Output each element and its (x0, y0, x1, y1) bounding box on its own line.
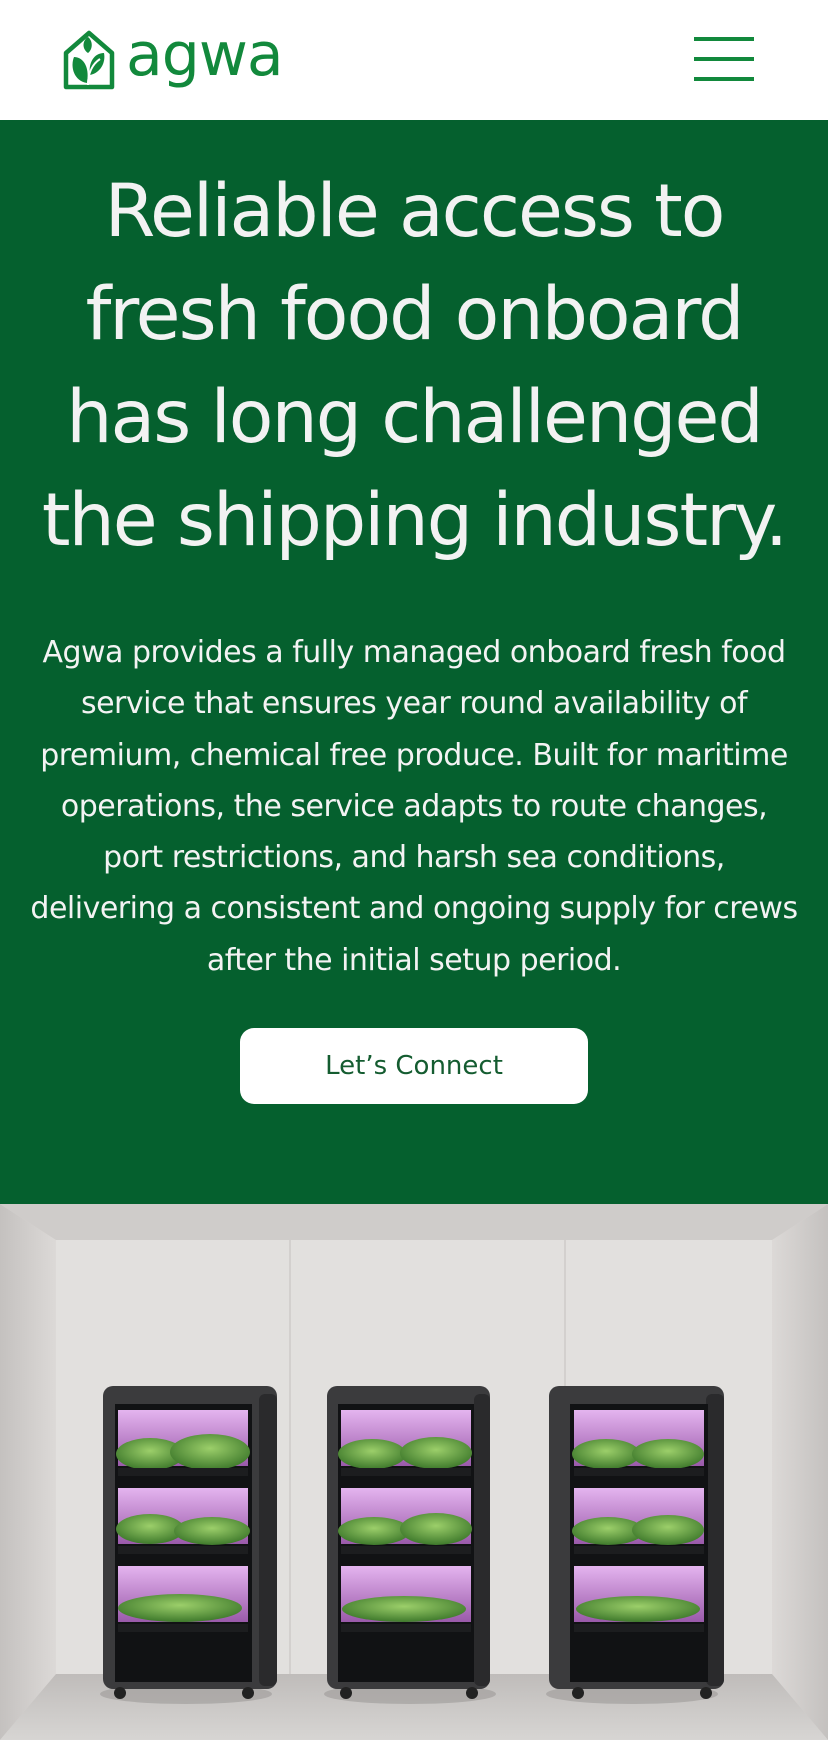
brand-logo[interactable]: agwa (60, 20, 300, 94)
hamburger-menu-icon[interactable] (690, 30, 754, 86)
grow-cabinet-1 (100, 1386, 277, 1704)
brand-name: agwa (126, 20, 284, 90)
grow-cabinet-3 (546, 1386, 724, 1704)
lets-connect-button[interactable]: Let’s Connect (240, 1028, 588, 1104)
hero-title: Reliable access to fresh food onboard ha… (41, 169, 788, 563)
site-header: agwa (0, 0, 828, 120)
hero-section: Reliable access to fresh food onboard ha… (0, 120, 828, 1204)
three-grow-cabinets-image (0, 1204, 828, 1740)
grow-cabinet-2 (324, 1386, 496, 1704)
hero-description: Agwa provides a fully managed onboard fr… (30, 635, 798, 978)
leaf-house-icon (63, 30, 115, 90)
